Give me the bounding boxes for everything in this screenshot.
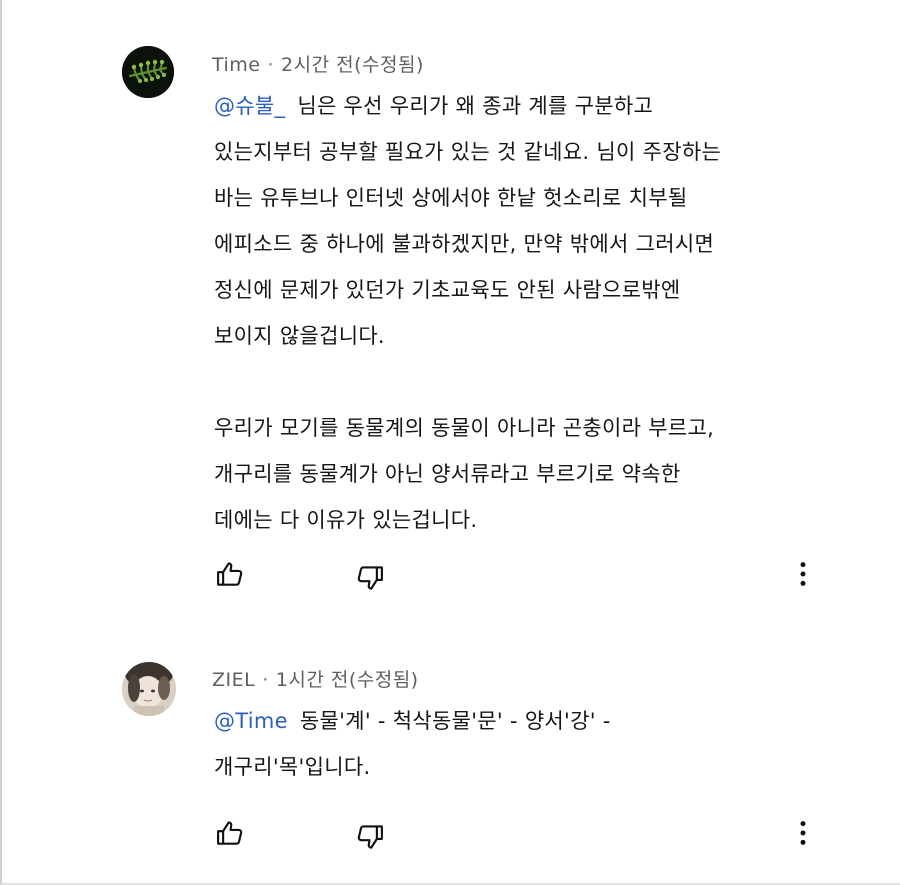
thumbs-up-icon: [217, 821, 243, 845]
comment-time: 2시간 전(수정됨): [281, 54, 424, 76]
comment-thread-item: Time · 2시간 전(수정됨) @슈불_ 님은 우선 우리가 왜 종과 계를 구분…: [0, 0, 900, 620]
dislike-button[interactable]: [352, 560, 388, 596]
more-vertical-icon: [800, 821, 806, 845]
comment-meta: ZIEL · 1시간 전(수정됨): [212, 665, 419, 692]
comment-body: @Time 동물'계' - 척삭동물'문' - 양서'강' - 개구리'목'입니다…: [214, 698, 854, 790]
more-vertical-icon: [800, 562, 806, 586]
like-button[interactable]: [212, 556, 248, 592]
comment-text: 님은 우선 우리가 왜 종과 계를 구분하고 있는지부터 공부할 필요가 있는 …: [214, 94, 722, 532]
mention-link[interactable]: @슈불_: [214, 94, 285, 118]
like-button[interactable]: [212, 815, 248, 851]
meta-separator: ·: [267, 54, 275, 76]
green-foliage-avatar-icon: [122, 46, 174, 98]
meta-separator: ·: [262, 669, 269, 691]
comment-meta: Time · 2시간 전(수정됨): [212, 50, 424, 77]
comment-time: 1시간 전(수정됨): [275, 669, 419, 691]
thumbs-down-icon: [357, 566, 383, 590]
more-options-button[interactable]: [785, 556, 821, 592]
person-photo-avatar-icon: [122, 662, 176, 716]
mention-link[interactable]: @Time: [214, 709, 288, 733]
comment-thread-item: ZIEL · 1시간 전(수정됨) @Time 동물'계' - 척삭동물'문' - 양…: [0, 640, 900, 885]
dislike-button[interactable]: [352, 819, 388, 855]
author-name[interactable]: Time: [212, 54, 261, 76]
more-options-button[interactable]: [785, 815, 821, 851]
comment-body: @슈불_ 님은 우선 우리가 왜 종과 계를 구분하고 있는지부터 공부할 필요가…: [214, 83, 854, 543]
author-name[interactable]: ZIEL: [212, 669, 255, 691]
author-avatar[interactable]: [122, 46, 174, 98]
thumbs-down-icon: [357, 825, 383, 849]
author-avatar[interactable]: [122, 662, 176, 716]
thumbs-up-icon: [217, 562, 243, 586]
